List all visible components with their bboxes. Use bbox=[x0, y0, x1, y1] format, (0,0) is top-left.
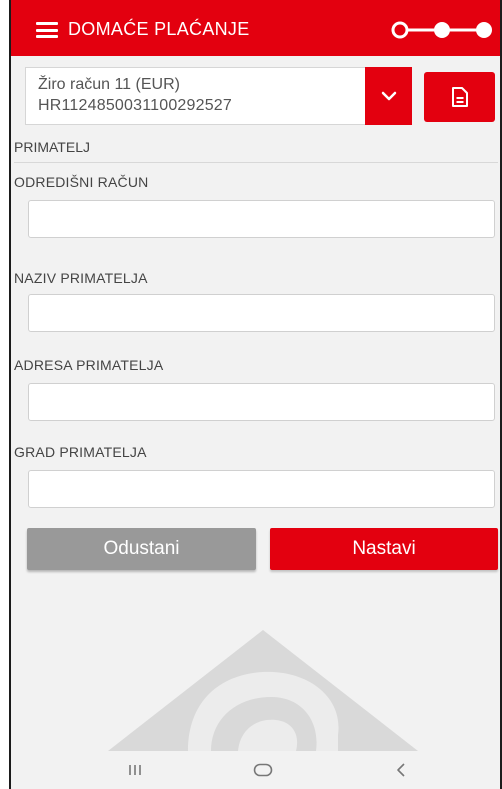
home-button[interactable] bbox=[243, 755, 283, 785]
app-header: DOMAĆE PLAĆANJE bbox=[11, 0, 500, 56]
section-title-recipient: PRIMATELJ bbox=[14, 139, 90, 155]
recent-apps-button[interactable] bbox=[115, 755, 155, 785]
home-icon bbox=[253, 763, 273, 777]
recipient-name-label: NAZIV PRIMATELJA bbox=[14, 270, 148, 286]
screen-frame-left bbox=[0, 0, 11, 789]
continue-button[interactable]: Nastavi bbox=[270, 528, 498, 570]
account-name: Žiro račun 11 (EUR) bbox=[38, 76, 180, 93]
destination-account-input[interactable] bbox=[28, 200, 495, 238]
destination-account-label: ODREDIŠNI RAČUN bbox=[14, 174, 149, 190]
account-selector[interactable]: Žiro račun 11 (EUR) HR112485003110029252… bbox=[25, 67, 365, 125]
back-button[interactable] bbox=[381, 755, 421, 785]
back-icon bbox=[397, 763, 405, 777]
recent-apps-icon bbox=[129, 765, 141, 775]
recipient-address-label: ADRESA PRIMATELJA bbox=[14, 357, 164, 373]
account-dropdown-button[interactable] bbox=[365, 67, 412, 125]
templates-button[interactable] bbox=[424, 72, 495, 122]
recipient-address-input[interactable] bbox=[28, 383, 495, 421]
recipient-name-input[interactable] bbox=[28, 294, 495, 332]
page-title: DOMAĆE PLAĆANJE bbox=[68, 19, 250, 39]
section-divider bbox=[14, 162, 498, 163]
hamburger-menu-icon[interactable] bbox=[36, 22, 58, 38]
recipient-city-input[interactable] bbox=[28, 470, 495, 508]
recipient-city-label: GRAD PRIMATELJA bbox=[14, 444, 147, 460]
document-icon bbox=[451, 87, 468, 107]
account-iban: HR1124850031100292527 bbox=[38, 97, 233, 114]
cancel-button[interactable]: Odustani bbox=[27, 528, 256, 570]
bank-logo-watermark bbox=[108, 630, 418, 751]
chevron-down-icon bbox=[381, 91, 396, 101]
step-progress-icon bbox=[391, 21, 492, 39]
system-nav-bar bbox=[11, 751, 500, 789]
